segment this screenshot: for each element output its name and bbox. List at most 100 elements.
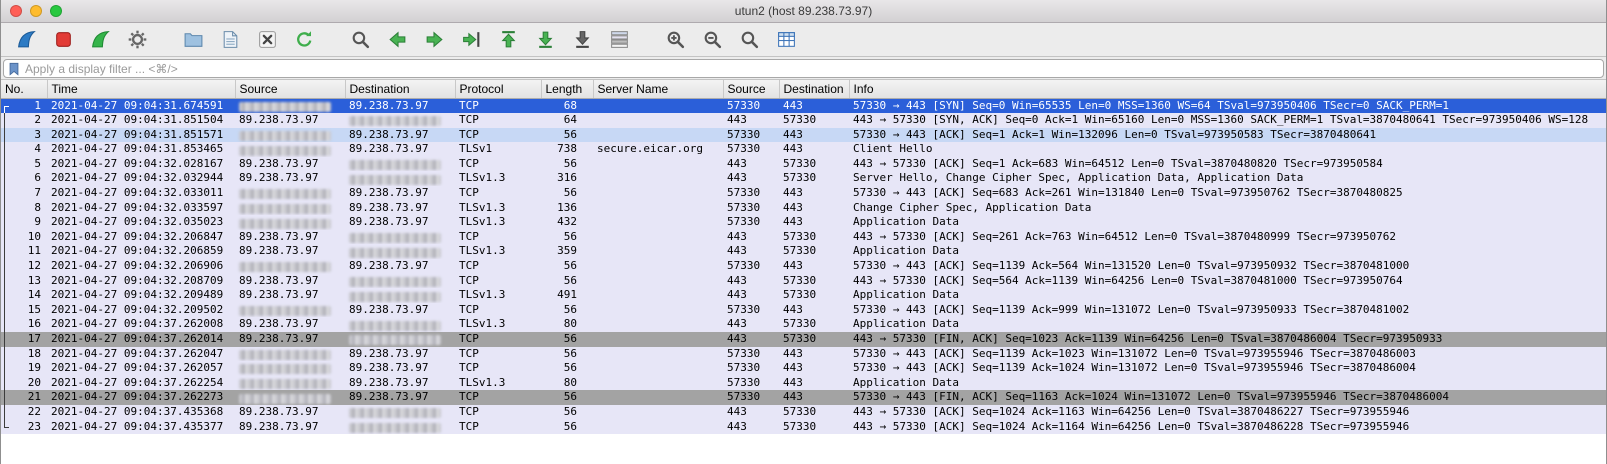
time-cell: 2021-04-27 09:04:32.033011 xyxy=(47,186,235,201)
capture-options-button[interactable] xyxy=(122,26,152,54)
auto-scroll-icon xyxy=(572,29,593,50)
stream-bracket xyxy=(4,106,9,114)
stop-capture-button[interactable] xyxy=(48,26,78,54)
length-cell: 56 xyxy=(541,332,593,347)
packet-row[interactable]: 132021-04-27 09:04:32.20870989.238.73.97… xyxy=(1,274,1606,289)
packet-row[interactable]: 102021-04-27 09:04:32.20684789.238.73.97… xyxy=(1,230,1606,245)
start-capture-button[interactable] xyxy=(11,26,41,54)
no-cell: 3 xyxy=(1,128,47,143)
reload-capture-file-button[interactable] xyxy=(289,26,319,54)
next-packet-icon xyxy=(424,29,445,50)
minimize-window-button[interactable] xyxy=(30,5,42,17)
toolbar-group xyxy=(660,26,801,54)
close-window-button[interactable] xyxy=(10,5,22,17)
source-cell xyxy=(235,347,345,362)
source-port-cell: 443 xyxy=(723,113,779,128)
resize-columns-button[interactable] xyxy=(771,26,801,54)
packet-row[interactable]: 222021-04-27 09:04:37.43536889.238.73.97… xyxy=(1,405,1606,420)
no-cell: 6 xyxy=(1,171,47,186)
info-cell: 443 → 57330 [FIN, ACK] Seq=1023 Ack=1139… xyxy=(849,332,1606,347)
last-packet-button[interactable] xyxy=(530,26,560,54)
packet-row[interactable]: 32021-04-27 09:04:31.85157189.238.73.97T… xyxy=(1,128,1606,143)
column-header-source-7[interactable]: Source xyxy=(723,80,779,98)
length-cell: 56 xyxy=(541,230,593,245)
zoom-in-button[interactable] xyxy=(660,26,690,54)
info-cell: Application Data xyxy=(849,288,1606,303)
column-header-length-5[interactable]: Length xyxy=(541,80,593,98)
column-header-no-0[interactable]: No. xyxy=(1,80,47,98)
next-packet-button[interactable] xyxy=(419,26,449,54)
packet-table: No.TimeSourceDestinationProtocolLengthSe… xyxy=(1,80,1606,434)
start-capture-icon xyxy=(16,29,37,50)
redacted-ip xyxy=(239,131,331,141)
colorize-packets-button[interactable] xyxy=(604,26,634,54)
go-to-packet-button[interactable] xyxy=(456,26,486,54)
no-cell: 18 xyxy=(1,347,47,362)
destination-port-cell: 443 xyxy=(779,201,849,216)
packet-row[interactable]: 232021-04-27 09:04:37.43537789.238.73.97… xyxy=(1,420,1606,435)
display-filter-input[interactable] xyxy=(21,62,1603,76)
packet-row[interactable]: 162021-04-27 09:04:37.26200889.238.73.97… xyxy=(1,317,1606,332)
redacted-ip xyxy=(349,233,441,243)
packet-row[interactable]: 72021-04-27 09:04:32.03301189.238.73.97T… xyxy=(1,186,1606,201)
column-header-server-name-6[interactable]: Server Name xyxy=(593,80,723,98)
packet-row[interactable]: 122021-04-27 09:04:32.20690689.238.73.97… xyxy=(1,259,1606,274)
column-header-destination-8[interactable]: Destination xyxy=(779,80,849,98)
destination-cell: 89.238.73.97 xyxy=(345,361,455,376)
stream-bracket xyxy=(4,420,9,428)
packet-row[interactable]: 152021-04-27 09:04:32.20950289.238.73.97… xyxy=(1,303,1606,318)
restart-capture-button[interactable] xyxy=(85,26,115,54)
packet-row[interactable]: 172021-04-27 09:04:37.26201489.238.73.97… xyxy=(1,332,1606,347)
no-cell: 17 xyxy=(1,332,47,347)
packet-row[interactable]: 62021-04-27 09:04:32.03294489.238.73.97T… xyxy=(1,171,1606,186)
column-header-protocol-4[interactable]: Protocol xyxy=(455,80,541,98)
destination-port-cell: 57330 xyxy=(779,171,849,186)
column-header-destination-3[interactable]: Destination xyxy=(345,80,455,98)
time-cell: 2021-04-27 09:04:32.209489 xyxy=(47,288,235,303)
packet-row[interactable]: 52021-04-27 09:04:32.02816789.238.73.97T… xyxy=(1,157,1606,172)
packet-row[interactable]: 22021-04-27 09:04:31.85150489.238.73.97T… xyxy=(1,113,1606,128)
packet-row[interactable]: 92021-04-27 09:04:32.03502389.238.73.97T… xyxy=(1,215,1606,230)
packet-row[interactable]: 182021-04-27 09:04:37.26204789.238.73.97… xyxy=(1,347,1606,362)
bookmark-icon[interactable] xyxy=(7,62,21,76)
packet-row[interactable]: 42021-04-27 09:04:31.85346589.238.73.97T… xyxy=(1,142,1606,157)
close-capture-file-button[interactable] xyxy=(252,26,282,54)
redacted-ip xyxy=(239,219,331,229)
time-cell: 2021-04-27 09:04:37.435377 xyxy=(47,420,235,435)
packet-row[interactable]: 82021-04-27 09:04:32.03359789.238.73.97T… xyxy=(1,201,1606,216)
main-toolbar xyxy=(1,23,1606,57)
zoom-window-button[interactable] xyxy=(50,5,62,17)
zoom-out-button[interactable] xyxy=(697,26,727,54)
server-name-cell xyxy=(593,361,723,376)
packet-row[interactable]: 212021-04-27 09:04:37.26227389.238.73.97… xyxy=(1,390,1606,405)
destination-cell xyxy=(345,288,455,303)
open-capture-file-button[interactable] xyxy=(178,26,208,54)
source-cell xyxy=(235,361,345,376)
source-cell: 89.238.73.97 xyxy=(235,171,345,186)
previous-packet-button[interactable] xyxy=(382,26,412,54)
destination-port-cell: 443 xyxy=(779,259,849,274)
no-cell: 20 xyxy=(1,376,47,391)
no-cell: 22 xyxy=(1,405,47,420)
save-capture-file-button[interactable] xyxy=(215,26,245,54)
info-cell: 443 → 57330 [ACK] Seq=1024 Ack=1163 Win=… xyxy=(849,405,1606,420)
first-packet-button[interactable] xyxy=(493,26,523,54)
column-header-source-2[interactable]: Source xyxy=(235,80,345,98)
packet-row[interactable]: 142021-04-27 09:04:32.20948989.238.73.97… xyxy=(1,288,1606,303)
packet-row[interactable]: 192021-04-27 09:04:37.26205789.238.73.97… xyxy=(1,361,1606,376)
column-header-time-1[interactable]: Time xyxy=(47,80,235,98)
zoom-original-button[interactable] xyxy=(734,26,764,54)
destination-cell: 89.238.73.97 xyxy=(345,376,455,391)
redacted-ip xyxy=(349,116,441,126)
auto-scroll-button[interactable] xyxy=(567,26,597,54)
no-cell: 13 xyxy=(1,274,47,289)
server-name-cell xyxy=(593,171,723,186)
source-cell xyxy=(235,376,345,391)
packet-row[interactable]: 12021-04-27 09:04:31.67459189.238.73.97T… xyxy=(1,98,1606,113)
column-header-info-9[interactable]: Info xyxy=(849,80,1606,98)
packet-row[interactable]: 202021-04-27 09:04:37.26225489.238.73.97… xyxy=(1,376,1606,391)
time-cell: 2021-04-27 09:04:31.674591 xyxy=(47,98,235,113)
source-port-cell: 57330 xyxy=(723,215,779,230)
find-packet-button[interactable] xyxy=(345,26,375,54)
packet-row[interactable]: 112021-04-27 09:04:32.20685989.238.73.97… xyxy=(1,244,1606,259)
